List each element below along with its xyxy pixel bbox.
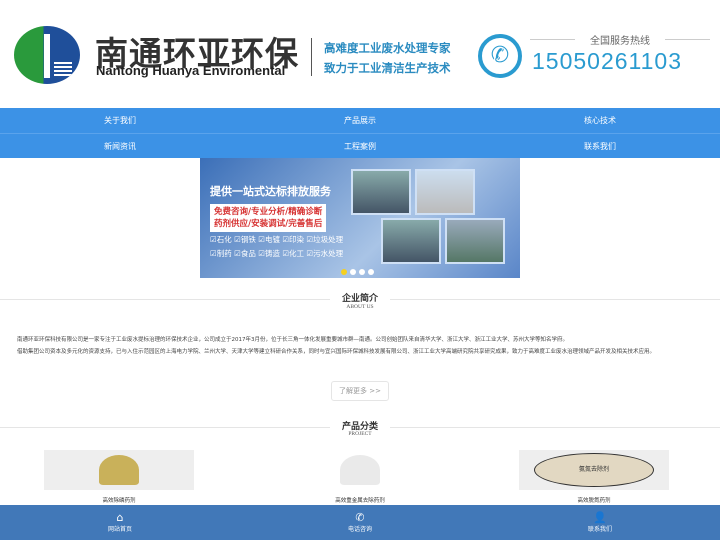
- carousel-dot[interactable]: [350, 269, 356, 275]
- product-card[interactable]: 高效重金属去除药剂: [285, 450, 435, 504]
- footer-contact[interactable]: 👤 联系我们: [480, 505, 720, 540]
- banner-tag-line: ☑制药 ☑食品 ☑铸造 ☑化工 ☑污水处理: [210, 249, 344, 258]
- banner-service-line: 免费咨询/专业分析/精确诊断: [214, 207, 323, 217]
- products-subtitle: PROJECT: [348, 431, 372, 437]
- divider: [311, 38, 312, 76]
- footer-phone[interactable]: ✆ 电话咨询: [240, 505, 480, 540]
- footer-label: 联系我们: [587, 526, 612, 533]
- nav-news[interactable]: 新闻资讯: [0, 134, 240, 158]
- nav-contact[interactable]: 联系我们: [480, 134, 720, 158]
- banner-services: 免费咨询/专业分析/精确诊断 药剂供应/安装调试/完善售后: [210, 204, 327, 232]
- carousel-dot[interactable]: [359, 269, 365, 275]
- banner-tags: ☑石化 ☑钢铁 ☑电镀 ☑印染 ☑垃圾处理 ☑制药 ☑食品 ☑铸造 ☑化工 ☑污水…: [210, 233, 360, 261]
- banner-photo: [351, 169, 411, 215]
- footer-label: 电话咨询: [347, 526, 372, 533]
- hotline-number[interactable]: 15050261103: [532, 48, 682, 75]
- footer-home[interactable]: ⌂ 网站首页: [0, 505, 240, 540]
- logo[interactable]: [14, 26, 80, 84]
- about-subtitle: ABOUT US: [346, 304, 374, 310]
- product-name[interactable]: 高效脱氮药剂: [519, 496, 669, 504]
- slogan: 高难度工业废水处理专家: [324, 41, 451, 55]
- about-line: 南通环亚环保科技有限公司是一家专注于工业废水提标治理的环保技术企业，公司成立于2…: [17, 337, 569, 343]
- product-card[interactable]: 高效除磷药剂: [44, 450, 194, 504]
- nav-cases[interactable]: 工程案例: [240, 134, 480, 158]
- phone-icon: ✆: [478, 34, 522, 78]
- main-nav: 关于我们 产品展示 核心技术 新闻资讯 工程案例 联系我们: [0, 108, 720, 158]
- product-image[interactable]: 氨氮去除剂: [519, 450, 669, 490]
- product-image-label: 氨氮去除剂: [534, 453, 654, 487]
- nav-technology[interactable]: 核心技术: [480, 108, 720, 133]
- brand-name-en: Nantong Huanya Enviromental: [96, 63, 286, 78]
- about-title: 企业简介: [330, 291, 390, 304]
- bottom-bar: ⌂ 网站首页 ✆ 电话咨询 👤 联系我们: [0, 505, 720, 540]
- carousel-dot[interactable]: [341, 269, 347, 275]
- about-line: 借助集团公司资本及多元化的资源支持，已与入住示范园区的上海电力学院、兰州大学、天…: [17, 349, 656, 355]
- hotline-label: 全国服务热线: [530, 32, 710, 47]
- slogan: 致力于工业清洁生产技术: [324, 61, 451, 75]
- banner-photo: [381, 218, 441, 264]
- nav-about[interactable]: 关于我们: [0, 108, 240, 133]
- footer-label: 网站首页: [107, 526, 132, 533]
- banner-carousel[interactable]: 提供一站式达标排放服务 免费咨询/专业分析/精确诊断 药剂供应/安装调试/完善售后…: [200, 158, 520, 278]
- carousel-dot[interactable]: [368, 269, 374, 275]
- banner-title: 提供一站式达标排放服务: [210, 185, 331, 198]
- product-name[interactable]: 高效除磷药剂: [44, 496, 194, 504]
- user-icon: 👤: [593, 511, 607, 524]
- product-image[interactable]: [44, 450, 194, 490]
- banner-photo: [415, 169, 475, 215]
- about-text: 南通环亚环保科技有限公司是一家专注于工业废水提标治理的环保技术企业，公司成立于2…: [17, 334, 717, 358]
- banner-tag-line: ☑石化 ☑钢铁 ☑电镀 ☑印染 ☑垃圾处理: [210, 235, 344, 244]
- carousel-dots: [341, 269, 374, 275]
- header: 南通环亚环保 Nantong Huanya Enviromental 高难度工业…: [0, 0, 720, 108]
- phone-icon: ✆: [355, 511, 365, 524]
- product-name[interactable]: 高效重金属去除药剂: [285, 496, 435, 504]
- home-icon: ⌂: [116, 511, 124, 524]
- learn-more-button[interactable]: 了解更多 >>: [331, 381, 389, 401]
- product-card[interactable]: 氨氮去除剂 高效脱氮药剂: [519, 450, 669, 504]
- product-image[interactable]: [285, 450, 435, 490]
- banner-photo: [445, 218, 505, 264]
- nav-products[interactable]: 产品展示: [240, 108, 480, 133]
- banner-service-line: 药剂供应/安装调试/完善售后: [214, 219, 323, 229]
